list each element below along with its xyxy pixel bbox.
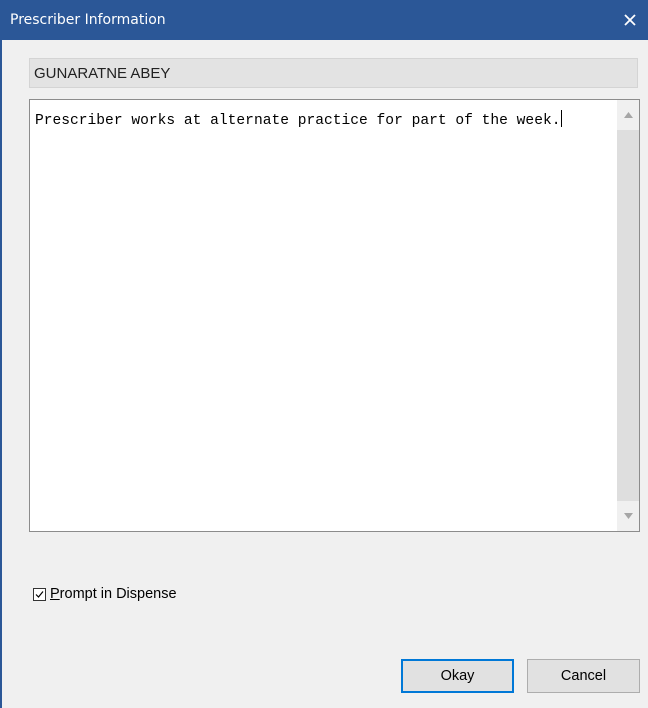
close-icon — [624, 14, 636, 26]
scroll-up-arrow-icon — [623, 112, 633, 118]
scroll-up-button[interactable] — [617, 100, 639, 130]
okay-button[interactable]: Okay — [401, 659, 514, 693]
text-caret — [561, 110, 563, 127]
cancel-button[interactable]: Cancel — [527, 659, 640, 693]
prompt-in-dispense-checkbox[interactable] — [33, 587, 46, 601]
close-button[interactable] — [610, 0, 648, 40]
notes-textarea[interactable]: Prescriber works at alternate practice f… — [29, 99, 640, 532]
title-bar[interactable]: Prescriber Information — [2, 0, 648, 40]
scroll-track[interactable] — [617, 130, 639, 501]
prompt-in-dispense-label: Prompt in Dispense — [50, 586, 177, 602]
notes-scrollbar[interactable] — [617, 100, 639, 531]
prompt-in-dispense-option[interactable]: Prompt in Dispense — [33, 585, 177, 603]
notes-text: Prescriber works at alternate practice f… — [35, 110, 607, 131]
scroll-down-button[interactable] — [617, 501, 639, 531]
scroll-down-arrow-icon — [623, 513, 633, 519]
window-title: Prescriber Information — [10, 12, 166, 28]
prescriber-name-field: GUNARATNE ABEY — [29, 58, 638, 88]
prescriber-information-dialog: Prescriber Information GUNARATNE ABEY Pr… — [0, 0, 648, 708]
checkmark-icon — [35, 590, 44, 598]
